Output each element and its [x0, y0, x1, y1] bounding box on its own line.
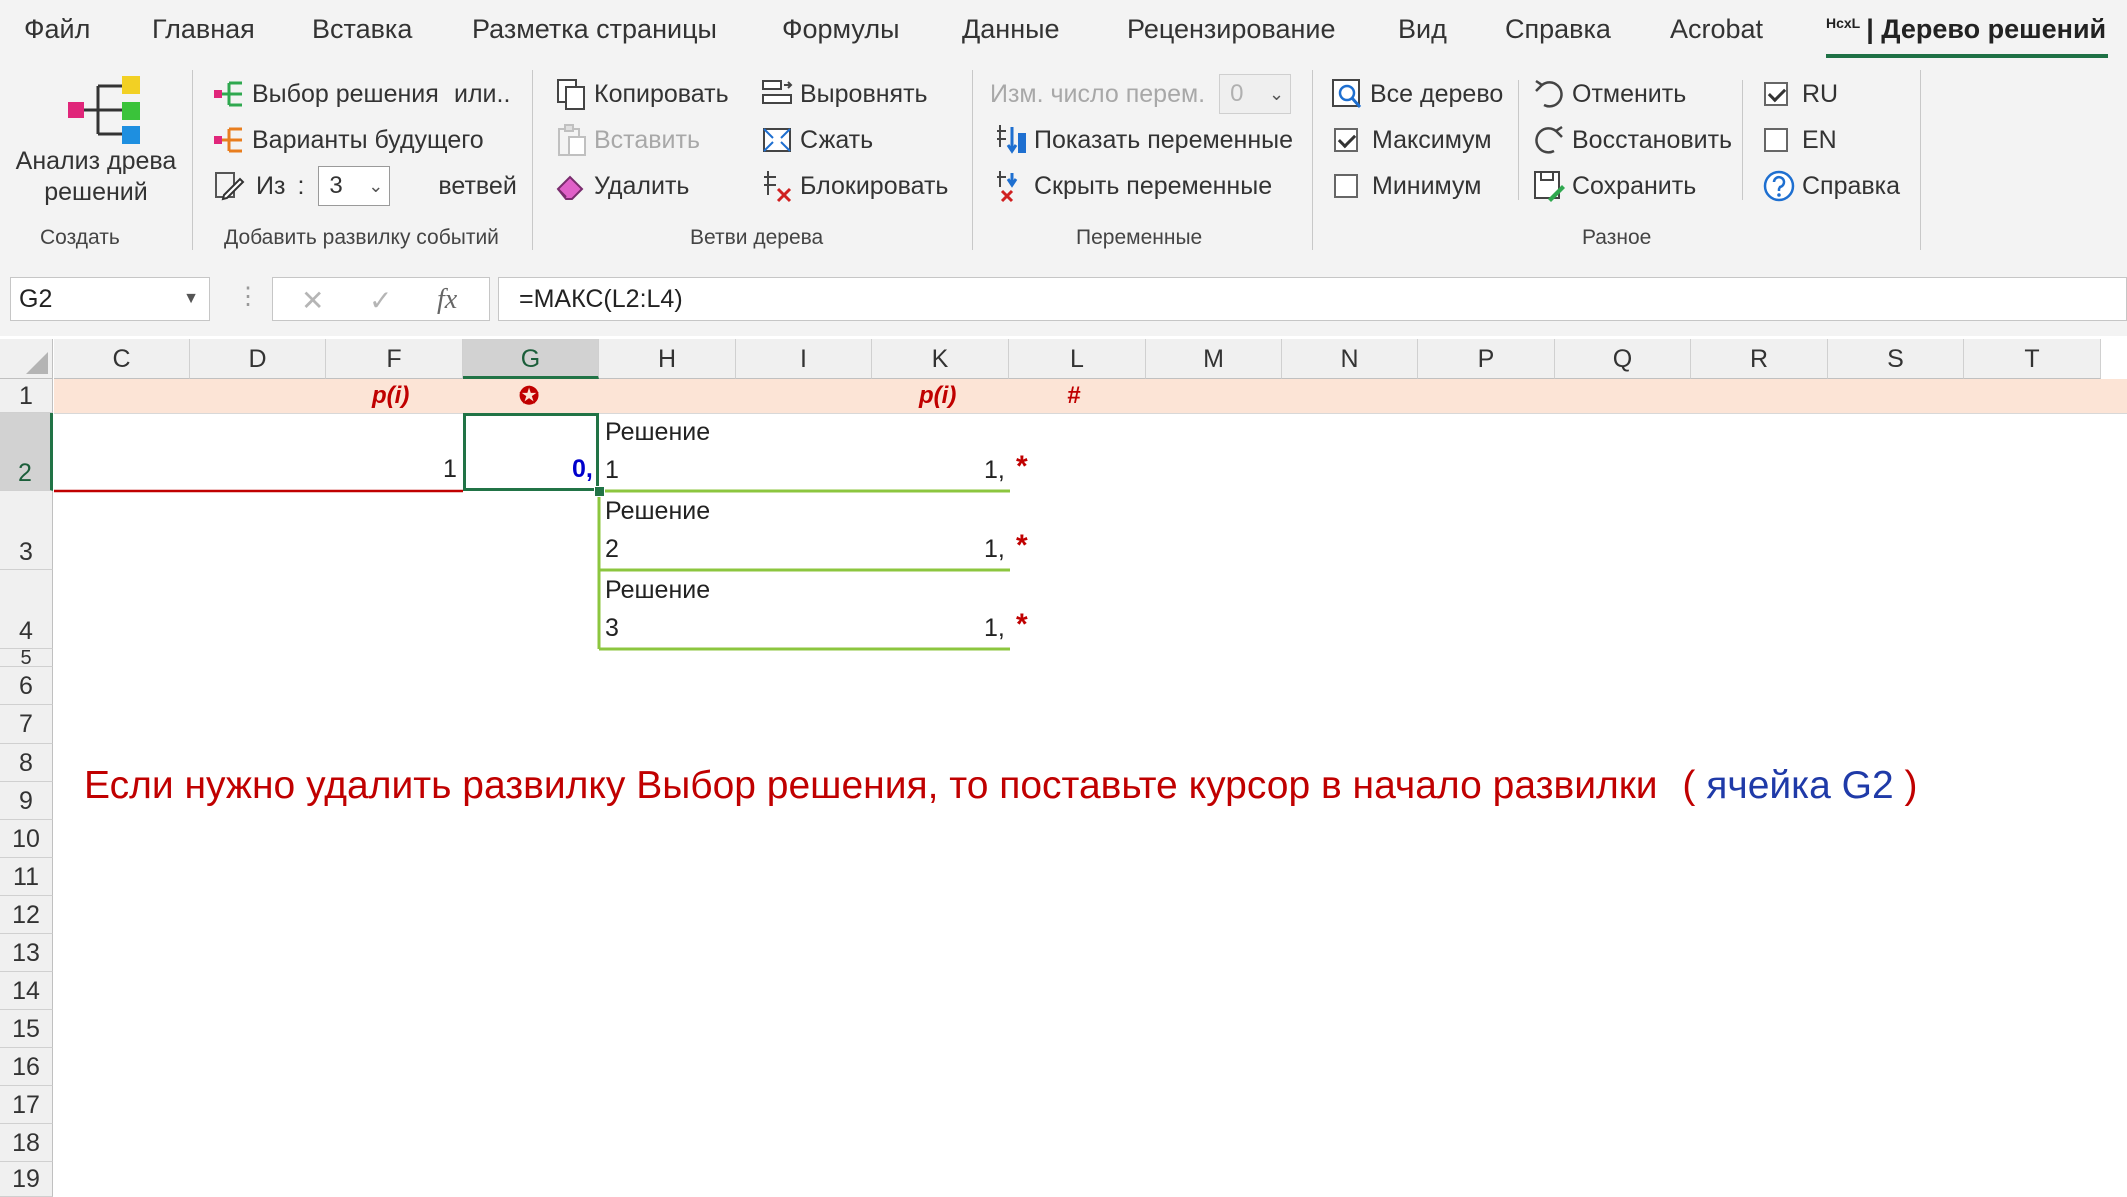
note-cell-ref: ячейка G2	[1706, 764, 1894, 807]
decision-3-marker: *	[1016, 608, 1028, 641]
decision-1-value[interactable]: 1,	[984, 456, 1005, 485]
decision-3-title[interactable]: Решение	[605, 576, 710, 605]
decision-3-number[interactable]: 3	[605, 614, 619, 643]
cell-G2-value: 0,	[572, 455, 593, 483]
instruction-note: Если нужно удалить развилку Выбор решени…	[84, 764, 1918, 808]
note-open-paren: (	[1682, 764, 1696, 807]
note-close-paren: )	[1904, 764, 1918, 807]
decision-2-number[interactable]: 2	[605, 535, 619, 564]
decision-2-value[interactable]: 1,	[984, 535, 1005, 564]
decision-1-number[interactable]: 1	[605, 456, 619, 485]
excel-window: { "menu": { "tabs": ["Файл","Главная","В…	[0, 0, 2127, 1197]
decision-2-title[interactable]: Решение	[605, 497, 710, 526]
cell-F2[interactable]: 1	[443, 455, 457, 484]
decision-1-title[interactable]: Решение	[605, 418, 710, 447]
decision-2-marker: *	[1016, 529, 1028, 562]
decision-1-marker: *	[1016, 450, 1028, 483]
decision-3-value[interactable]: 1,	[984, 614, 1005, 643]
decision-tree-branches	[54, 489, 1010, 651]
fill-handle[interactable]	[594, 486, 605, 497]
note-main-text: Если нужно удалить развилку Выбор решени…	[84, 764, 1658, 807]
